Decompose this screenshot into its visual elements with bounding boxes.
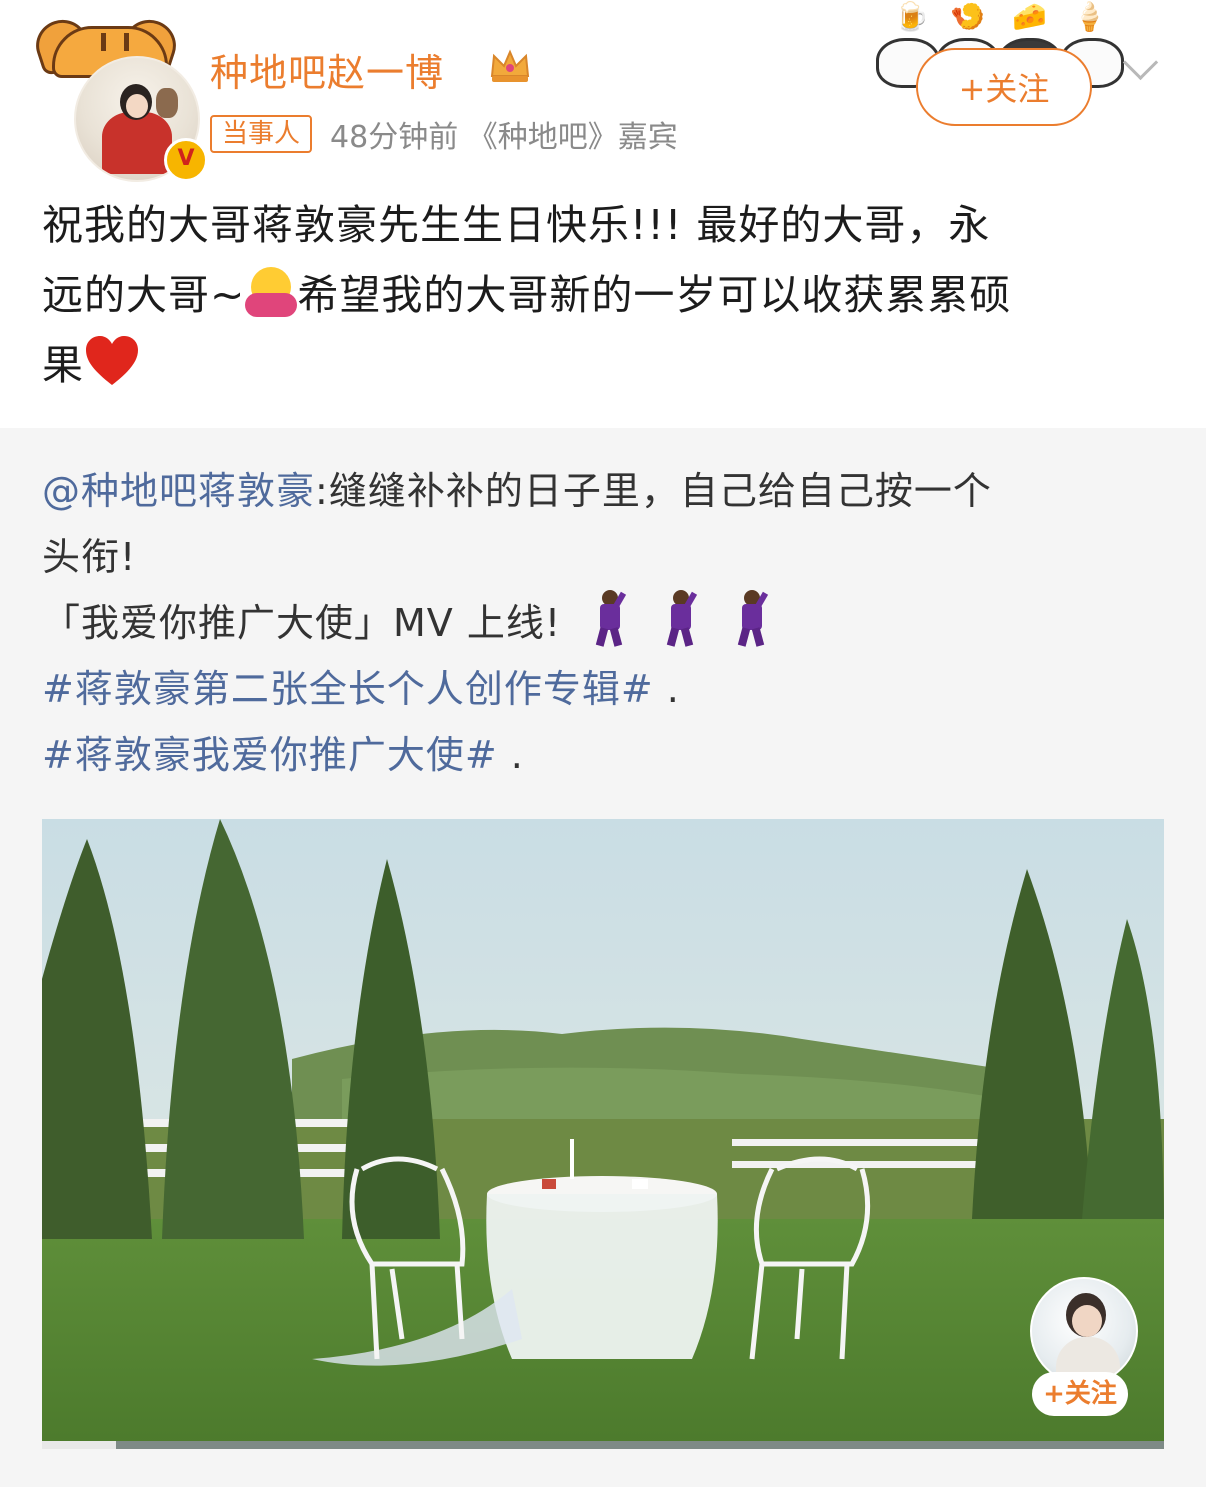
dancer-emoji-icon — [730, 590, 774, 647]
dancer-emoji-icon — [659, 590, 703, 647]
creator-avatar[interactable] — [1030, 1277, 1138, 1385]
video-follow-button[interactable]: +关注 — [1032, 1372, 1128, 1416]
video-progress-track[interactable] — [42, 1441, 1164, 1449]
author-name[interactable]: 种地吧赵一博 — [210, 42, 444, 97]
author-meta-row: 当事人 48分钟前 《种地吧》嘉宾 — [210, 112, 678, 156]
hashtag-link[interactable]: #蒋敦豪我爱你推广大使# — [42, 733, 498, 777]
video-player[interactable]: +关注 — [42, 819, 1164, 1449]
chevron-down-icon[interactable] — [1122, 44, 1159, 81]
author-avatar[interactable]: V — [29, 13, 208, 182]
post-content: 祝我的大哥蒋敦豪先生生日快乐!!! 最好的大哥，永 远的大哥~ 希望我的大哥新的一… — [42, 190, 1162, 400]
cheese-icon: 🧀 — [1012, 0, 1047, 33]
post-line: 远的大哥~ 希望我的大哥新的一岁可以收获累累硕 — [42, 260, 1162, 330]
hug-emoji-icon — [245, 267, 298, 319]
repost-line: 头衔! — [42, 535, 137, 579]
follow-button[interactable]: +关注 — [916, 48, 1092, 126]
role-tag: 当事人 — [210, 115, 313, 153]
repost-card[interactable]: @种地吧蒋敦豪:缝缝补补的日子里，自己给自己按一个 头衔! 「我爱你推广大使」M… — [0, 428, 1206, 1487]
crown-icon — [490, 49, 530, 82]
post-line: 祝我的大哥蒋敦豪先生生日快乐!!! 最好的大哥，永 — [42, 201, 991, 249]
video-progress-fill — [42, 1441, 117, 1449]
shrimp-icon: 🍤 — [950, 0, 985, 33]
heart-emoji-icon — [86, 336, 138, 385]
dancer-emoji-icon — [588, 590, 632, 647]
repost-content: @种地吧蒋敦豪:缝缝补补的日子里，自己给自己按一个 头衔! 「我爱你推广大使」M… — [42, 458, 1152, 788]
mention-link[interactable]: @种地吧蒋敦豪 — [42, 469, 315, 513]
repost-line: 「我爱你推广大使」MV 上线! — [42, 590, 1152, 656]
beer-icon: 🍺 — [894, 0, 929, 33]
video-frame-scene — [42, 819, 1164, 1449]
post-meta: 48分钟前 《种地吧》嘉宾 — [330, 120, 678, 155]
post-line: 果 — [42, 330, 1162, 400]
hashtag-link[interactable]: #蒋敦豪第二张全长个人创作专辑# — [42, 667, 654, 711]
verified-icon: V — [164, 138, 208, 182]
icecream-icon: 🍦 — [1072, 0, 1107, 33]
